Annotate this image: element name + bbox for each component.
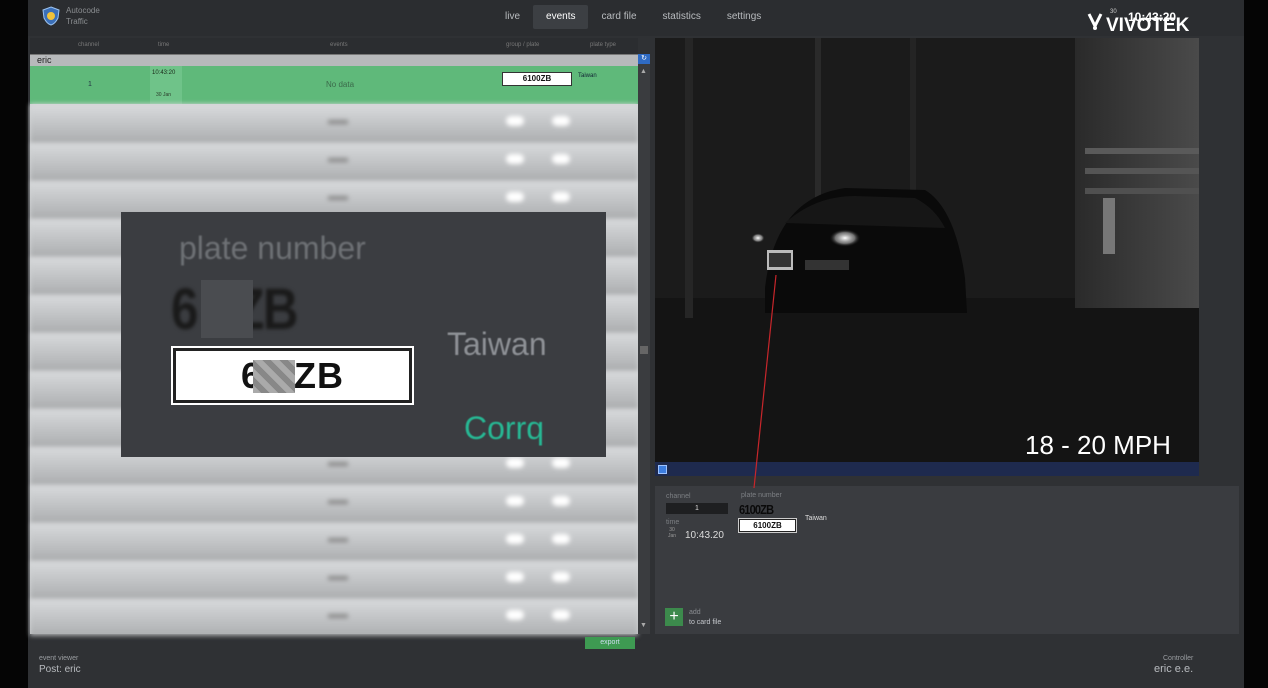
table-row-selected[interactable]: 1 10:43:20 30 Jan No data 6100ZB Taiwan [30,66,638,104]
col-plate-type[interactable]: plate type [590,42,616,48]
footer-left-value: Post: eric [39,664,81,675]
table-row[interactable] [30,104,638,142]
scroll-thumb[interactable] [640,346,648,354]
col-channel[interactable]: channel [78,42,99,48]
calendar-month: Jan [667,533,677,539]
zoom-country: Taiwan [447,326,547,362]
privacy-mask [253,360,295,393]
zoom-plate-box: 6 0ZB [173,348,412,403]
table-row[interactable] [30,598,638,636]
group-header[interactable]: eric [30,54,638,66]
list-header: channel time events group / plate plate … [30,38,638,54]
tab-live[interactable]: live [492,5,533,29]
calendar-icon: 30 Jan [666,527,678,541]
add-label-line2: to card file [689,619,722,626]
camera-image [655,38,1199,462]
col-events[interactable]: events [330,42,348,48]
plate-zoom-overlay: plate number 6 0ZB 6 0ZB Taiwan Corrq [121,212,606,457]
tab-card-file[interactable]: card file [588,5,649,29]
refresh-icon[interactable]: ↻ [638,54,650,64]
footer-left-label: event viewer [39,655,79,662]
export-button[interactable]: export [585,637,635,649]
clock-date: 30 [1110,9,1117,15]
row-country: Taiwan [578,73,597,79]
channel-label: channel [666,493,691,500]
scroll-up-icon[interactable]: ▲ [640,68,647,75]
table-row[interactable] [30,484,638,522]
channel-value: 1 [666,503,728,514]
scroll-down-icon[interactable]: ▼ [640,622,647,629]
table-row[interactable] [30,142,638,180]
group-name: eric [37,55,52,65]
row-plate: 6100ZB [502,72,572,86]
col-time[interactable]: time [158,42,169,48]
zoom-status: Corrq [464,410,545,446]
zoom-title: plate number [179,230,366,266]
save-icon[interactable] [658,465,667,474]
country-value: Taiwan [805,515,827,522]
row-event: No data [326,80,355,89]
time-value: 10:43.20 [685,530,724,541]
plate-value: 6100ZB [739,519,796,532]
camera-toolbar [655,462,1199,476]
tab-settings[interactable]: settings [714,5,774,29]
tab-statistics[interactable]: statistics [650,5,714,29]
plate-label: plate number [741,492,782,499]
table-row[interactable] [30,560,638,598]
add-to-card-file-label[interactable]: add to card file [689,608,721,628]
privacy-mask [201,280,253,338]
clock: 10:43:20 [1128,10,1177,24]
col-group-plate[interactable]: group / plate [506,42,539,48]
app-name-line2: Traffic [66,17,88,26]
footer-right-label: Controller [1163,655,1194,662]
camera-view [655,38,1199,462]
tab-events[interactable]: events [533,5,589,29]
time-label: time [666,519,680,526]
footer-right-value: eric e.e. [1154,663,1194,675]
list-scrollbar[interactable] [638,54,650,634]
add-to-card-file-button[interactable]: + [665,608,683,626]
row-time: 10:43:20 [152,70,176,76]
app-name-line1: Autocode [66,6,100,15]
main-nav: live events card file statistics setting… [492,5,774,29]
shield-logo-icon [42,6,60,26]
app-name: Autocode Traffic [66,5,100,27]
row-time-sub: 30 Jan [156,92,172,98]
add-label-line1: add [689,609,701,616]
plate-image-crop: 6100ZB [739,502,774,517]
speed-readout: 18 - 20 MPH [1025,430,1171,460]
table-row[interactable] [30,522,638,560]
row-channel: 1 [88,81,92,88]
